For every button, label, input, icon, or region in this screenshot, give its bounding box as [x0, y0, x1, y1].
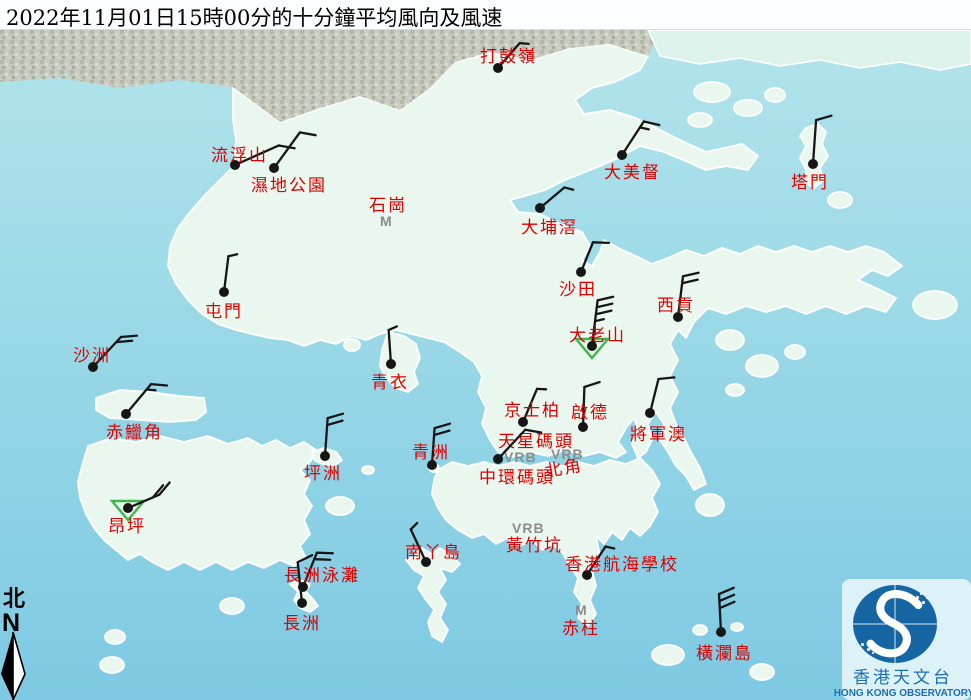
compass-north-letter: N	[2, 609, 20, 637]
islet	[688, 113, 712, 127]
islet	[105, 630, 125, 644]
station-dot	[320, 451, 330, 461]
islet	[326, 497, 354, 515]
islet	[731, 623, 743, 631]
islet	[734, 100, 762, 116]
station-dot	[716, 627, 726, 637]
station-tag-shek-kong: M	[380, 213, 393, 229]
logo-name-english: HONG KONG OBSERVATORY	[834, 688, 971, 699]
station-label-tap-mun: 塔門	[791, 173, 829, 193]
station-tag-north-point: VRB	[551, 446, 584, 462]
station-label-tates-cairn: 大老山	[569, 326, 626, 346]
station-dot	[121, 409, 131, 419]
station-tag-star-ferry: VRB	[504, 449, 537, 465]
station-label-central-pier: 中環碼頭	[479, 468, 555, 488]
station-label-chek-lap-kok: 赤鱲角	[106, 423, 163, 443]
islet	[716, 330, 744, 350]
wind-map-screenshot: 打鼓嶺流浮山濕地公園石崗M大美督塔門大埔滘沙田西貢屯門沙洲大老山青衣赤鱲角京士柏…	[0, 0, 971, 700]
station-tag-stanley: M	[575, 602, 588, 618]
station-dot	[808, 159, 818, 169]
station-dot	[386, 359, 396, 369]
station-label-tseung-kwan-o: 將軍澳	[630, 425, 687, 445]
islet	[750, 664, 774, 680]
title-bar: 2022年11月01日15時00分的十分鐘平均風向及風速	[0, 0, 971, 30]
station-dot	[578, 422, 588, 432]
station-label-sha-chau: 沙洲	[73, 346, 111, 366]
station-label-tai-mei-tuk: 大美督	[604, 163, 661, 183]
station-dot	[297, 598, 307, 608]
station-label-tsing-yi: 青衣	[371, 373, 409, 393]
islet	[746, 355, 778, 377]
station-dot	[535, 203, 545, 213]
station-dot	[617, 150, 627, 160]
station-dot	[493, 454, 503, 464]
hko-logo: 香港天文台 HONG KONG OBSERVATORY	[834, 579, 971, 700]
islet	[362, 466, 374, 474]
wind-barb-feather	[121, 336, 137, 337]
islet	[344, 339, 360, 351]
station-label-waglan-island: 橫瀾島	[696, 644, 753, 664]
wind-barb-feather	[151, 384, 167, 385]
station-label-lamma-island: 南丫島	[405, 543, 462, 563]
wind-barb-feather	[520, 43, 529, 44]
islet	[696, 494, 724, 516]
wind-barb-feather	[116, 341, 132, 342]
wind-barb-feather	[317, 553, 333, 554]
logo-name-chinese: 香港天文台	[853, 668, 953, 688]
map-svg: 打鼓嶺流浮山濕地公園石崗M大美督塔門大埔滘沙田西貢屯門沙洲大老山青衣赤鱲角京士柏…	[0, 0, 971, 700]
station-label-ngong-ping: 昂坪	[108, 517, 146, 537]
station-dot	[123, 503, 133, 513]
station-dot	[269, 163, 279, 173]
wind-barb-feather	[147, 389, 156, 390]
station-label-cheung-chau: 長洲	[283, 614, 321, 634]
station-label-lau-fau-shan: 流浮山	[211, 146, 268, 166]
islet	[693, 625, 707, 635]
station-label-tuen-mun: 屯門	[205, 302, 243, 322]
station-label-stanley: 赤柱	[562, 619, 600, 639]
station-label-tai-po-kau: 大埔滘	[521, 218, 578, 238]
islet	[652, 645, 684, 665]
islet	[100, 657, 124, 673]
station-label-peng-chau: 坪洲	[304, 464, 342, 484]
station-dot	[645, 408, 655, 418]
islet	[220, 598, 244, 614]
islet	[828, 192, 852, 208]
islet	[785, 345, 805, 359]
station-label-sha-tin: 沙田	[559, 280, 597, 300]
station-label-hk-sea-school: 香港航海學校	[565, 555, 679, 575]
station-tag-wong-chuk-hang: VRB	[512, 520, 545, 536]
islet	[694, 82, 730, 102]
wind-barb-feather	[314, 559, 330, 560]
islet	[913, 291, 957, 319]
islet	[726, 384, 744, 396]
station-label-cheung-chau-beach: 長洲泳灘	[284, 566, 360, 586]
logo-emblem	[853, 585, 937, 663]
station-label-wetland-park: 濕地公園	[251, 176, 327, 196]
station-label-kings-park: 京士柏	[504, 401, 561, 421]
islet	[765, 88, 785, 102]
map-title: 2022年11月01日15時00分的十分鐘平均風向及風速	[0, 0, 971, 32]
station-label-sai-kung: 西貢	[657, 296, 695, 316]
station-dot	[576, 267, 586, 277]
station-label-kai-tak: 啟德	[571, 403, 609, 423]
station-dot	[219, 287, 229, 297]
station-label-green-island: 青洲	[412, 443, 450, 463]
station-label-wong-chuk-hang: 黃竹坑	[506, 536, 563, 556]
station-label-ta-kwu-ling: 打鼓嶺	[480, 47, 537, 67]
wind-barb-feather	[593, 242, 609, 243]
